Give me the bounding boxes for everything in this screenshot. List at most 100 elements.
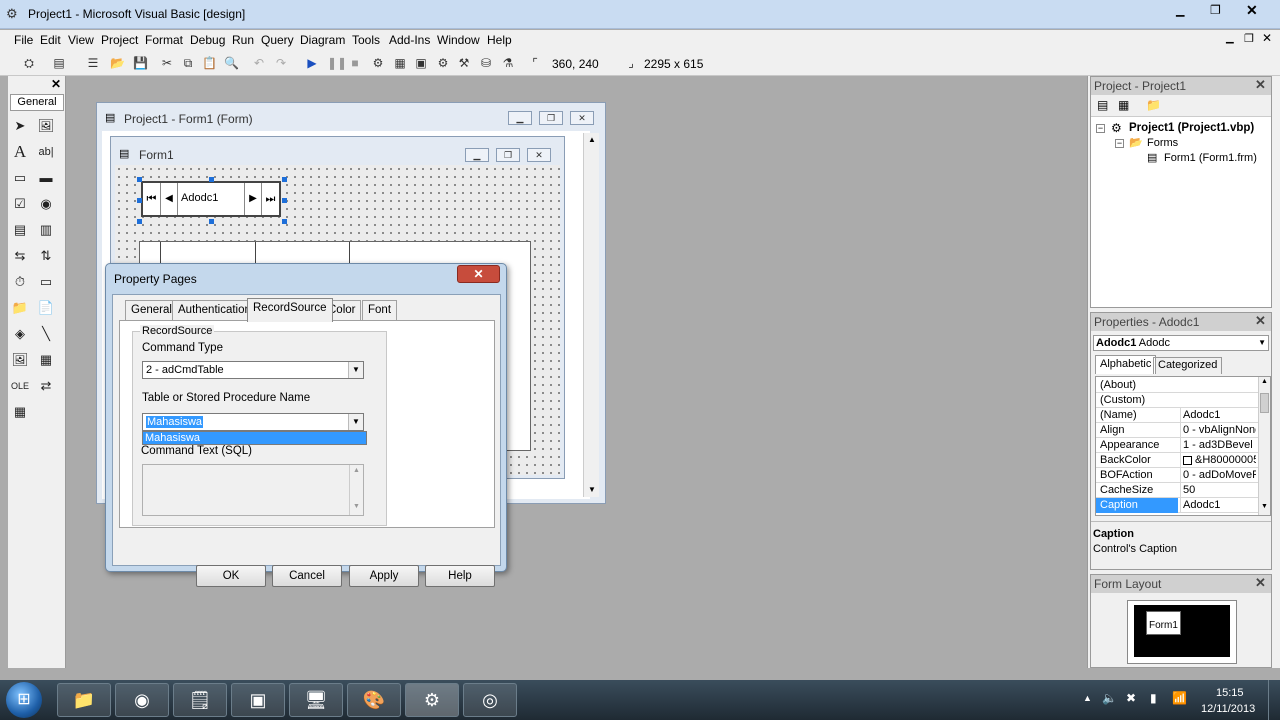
show-desktop-button[interactable]: [1268, 680, 1280, 720]
label-icon[interactable]: A: [10, 142, 30, 162]
form-designer-minimize[interactable]: ▁: [508, 111, 532, 125]
battery-icon[interactable]: ▮: [1150, 691, 1157, 705]
scroll-down-icon[interactable]: ▼: [353, 503, 360, 510]
form-designer-close-icon[interactable]: ✕: [570, 111, 594, 125]
scroll-up-icon[interactable]: ▲: [353, 467, 360, 474]
toolbox-icon[interactable]: ⚒: [457, 56, 471, 70]
start-icon[interactable]: ▶: [305, 56, 319, 70]
menu-diagram[interactable]: Diagram: [300, 33, 345, 47]
vb6-taskbar-icon[interactable]: ⚙: [405, 683, 459, 717]
data-view-icon[interactable]: ⛁: [479, 56, 493, 70]
tab-recordsource[interactable]: RecordSource: [247, 298, 333, 322]
combobox-icon[interactable]: ▤: [10, 220, 30, 240]
close-icon[interactable]: ✕: [1246, 2, 1258, 19]
listbox-icon[interactable]: ▥: [36, 220, 56, 240]
open-project-icon[interactable]: 📂: [110, 56, 125, 70]
move-first-icon[interactable]: ⏮: [143, 183, 161, 215]
property-grid-scrollbar[interactable]: ▲ ▼: [1258, 377, 1270, 515]
scroll-thumb[interactable]: [1260, 393, 1269, 413]
find-icon[interactable]: 🔍: [224, 56, 239, 70]
ole-icon[interactable]: OLE: [10, 376, 30, 396]
app-taskbar-icon[interactable]: ◎: [463, 683, 517, 717]
menu-edit[interactable]: Edit: [40, 33, 61, 47]
selection-handle[interactable]: [282, 177, 287, 182]
form1-close-icon[interactable]: ✕: [527, 148, 551, 162]
signal-icon[interactable]: 📶: [1172, 691, 1187, 705]
toolbox-tab-general[interactable]: General: [10, 94, 64, 111]
menu-window[interactable]: Window: [437, 33, 480, 47]
dirlistbox-icon[interactable]: 📁: [10, 298, 30, 318]
scroll-down-icon[interactable]: ▼: [1261, 503, 1268, 510]
ok-button[interactable]: OK: [196, 565, 266, 587]
optionbutton-icon[interactable]: ◉: [36, 194, 56, 214]
table-name-combo[interactable]: Mahasiswa ▼: [142, 413, 364, 431]
menu-project[interactable]: Project: [101, 33, 138, 47]
vscrollbar-icon[interactable]: ⇅: [36, 246, 56, 266]
paste-icon[interactable]: 📋: [202, 56, 217, 70]
selection-handle[interactable]: [137, 198, 142, 203]
form-layout-form1[interactable]: Form1: [1146, 611, 1181, 635]
property-value[interactable]: &H80000005: [1180, 453, 1256, 468]
forms-folder[interactable]: Forms: [1147, 137, 1178, 149]
checkbox-icon[interactable]: ☑: [10, 194, 30, 214]
property-value[interactable]: 50: [1180, 483, 1256, 498]
picturebox-icon[interactable]: 🖼: [36, 116, 56, 136]
object-browser-icon[interactable]: ⚙: [436, 56, 450, 70]
network-icon[interactable]: ✖: [1126, 691, 1136, 705]
add-form-icon[interactable]: ▤: [52, 56, 66, 70]
project-explorer-icon[interactable]: ⚙: [371, 56, 385, 70]
property-row[interactable]: (Name) Adodc1: [1096, 408, 1258, 423]
selection-handle[interactable]: [137, 219, 142, 224]
property-row[interactable]: CacheSize 50: [1096, 483, 1258, 498]
shape-icon[interactable]: ◈: [10, 324, 30, 344]
datagrid-icon[interactable]: ▦: [10, 402, 30, 422]
chevron-down-icon[interactable]: ▼: [348, 414, 363, 430]
mdi-minimize-button[interactable]: ▁: [1226, 33, 1234, 44]
paint-taskbar-icon[interactable]: 🎨: [347, 683, 401, 717]
notes-taskbar-icon[interactable]: 🗒: [173, 683, 227, 717]
data-icon[interactable]: ▦: [36, 350, 56, 370]
property-value[interactable]: 0 - vbAlignNone: [1180, 423, 1256, 438]
scroll-up-icon[interactable]: ▲: [1261, 378, 1268, 385]
mdi-close-icon[interactable]: ✕: [1262, 31, 1272, 45]
menu-help[interactable]: Help: [487, 33, 512, 47]
properties-window-icon[interactable]: ▦: [393, 56, 407, 70]
frame-icon[interactable]: ▭: [10, 168, 30, 188]
project-close-icon[interactable]: ✕: [1254, 78, 1267, 92]
property-value[interactable]: 0 - adDoMoveFirst: [1180, 468, 1256, 483]
scroll-down-icon[interactable]: ▼: [588, 485, 596, 494]
property-row[interactable]: (Custom): [1096, 393, 1258, 408]
save-icon[interactable]: 💾: [133, 56, 148, 70]
redo-icon[interactable]: ↷: [274, 56, 288, 70]
form1-minimize[interactable]: ▁: [465, 148, 489, 162]
move-prev-icon[interactable]: ◀: [161, 183, 178, 215]
view-object-icon[interactable]: ▦: [1118, 98, 1129, 112]
copy-icon[interactable]: ⧉: [181, 56, 195, 70]
explorer-taskbar-icon[interactable]: 📁: [57, 683, 111, 717]
selection-handle[interactable]: [137, 177, 142, 182]
menu-tools[interactable]: Tools: [352, 33, 380, 47]
form1-file-item[interactable]: Form1 (Form1.frm): [1164, 152, 1257, 164]
scroll-up-icon[interactable]: ▲: [588, 135, 596, 144]
line-icon[interactable]: ╲: [36, 324, 56, 344]
menu-file[interactable]: File: [14, 33, 33, 47]
cut-icon[interactable]: ✂: [160, 56, 174, 70]
break-icon[interactable]: ❚❚: [327, 56, 347, 70]
chrome-taskbar-icon[interactable]: ◉: [115, 683, 169, 717]
menu-format[interactable]: Format: [145, 33, 183, 47]
properties-close-icon[interactable]: ✕: [1254, 314, 1267, 328]
selection-handle[interactable]: [209, 219, 214, 224]
view-code-icon[interactable]: ▤: [1097, 98, 1108, 112]
toolbox-close-icon[interactable]: ✕: [51, 77, 61, 91]
selection-handle[interactable]: [209, 177, 214, 182]
tab-authentication[interactable]: Authentication: [172, 300, 257, 320]
property-row[interactable]: Appearance 1 - ad3DBevel: [1096, 438, 1258, 453]
menu-query[interactable]: Query: [261, 33, 294, 47]
form-designer-restore[interactable]: ❐: [539, 111, 563, 125]
restore-button[interactable]: ❐: [1210, 3, 1221, 17]
property-row[interactable]: (About): [1096, 378, 1258, 393]
dialog-close-button[interactable]: ✕: [457, 265, 500, 283]
form1-restore[interactable]: ❐: [496, 148, 520, 162]
property-row[interactable]: BOFAction 0 - adDoMoveFirst: [1096, 468, 1258, 483]
image-icon[interactable]: 🖼: [10, 350, 30, 370]
